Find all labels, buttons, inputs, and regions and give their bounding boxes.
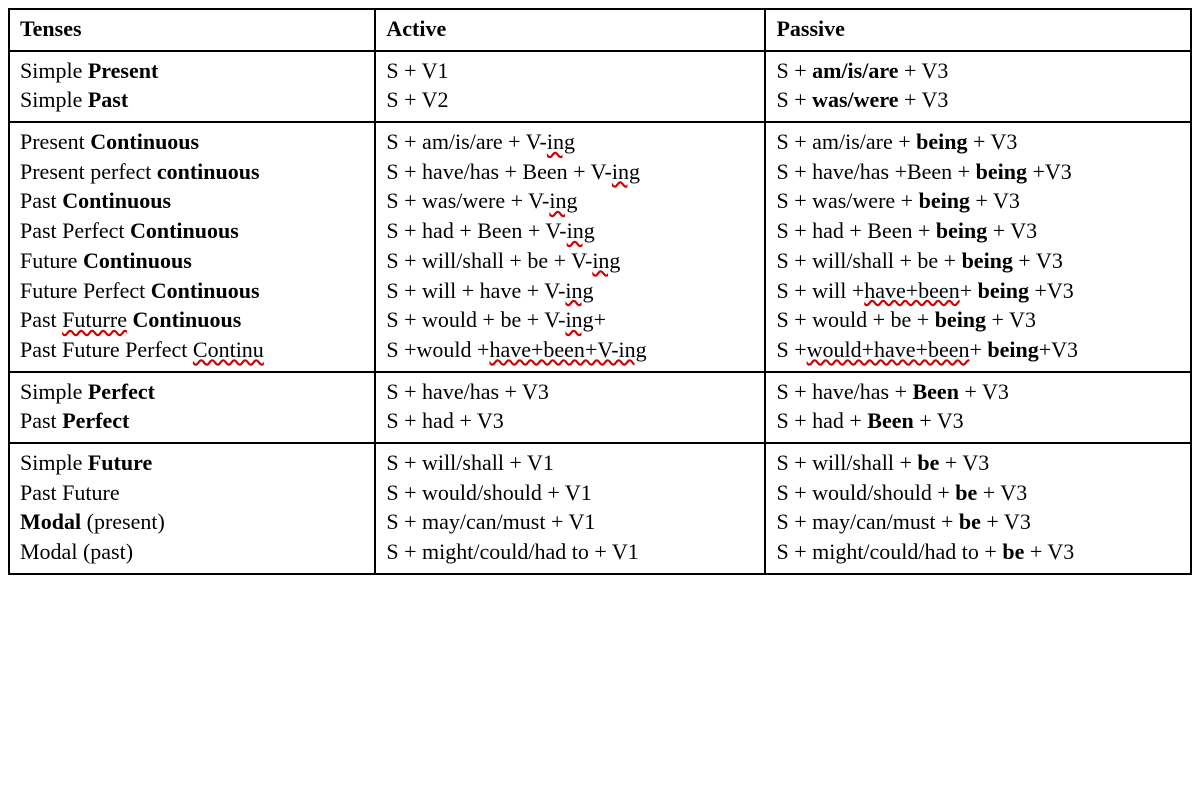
- table-row: Simple Perfect Past Perfect S + have/has…: [9, 372, 1191, 443]
- cell-passive: S + am/is/are + being + V3 S + have/has …: [765, 122, 1191, 372]
- cell-passive: S + will/shall + be + V3 S + would/shoul…: [765, 443, 1191, 574]
- cell-passive: S + have/has + Been + V3 S + had + Been …: [765, 372, 1191, 443]
- table-row: Simple Present Simple Past S + V1 S + V2…: [9, 51, 1191, 122]
- header-passive: Passive: [765, 9, 1191, 51]
- cell-tenses: Present Continuous Present perfect conti…: [9, 122, 375, 372]
- cell-active: S + will/shall + V1 S + would/should + V…: [375, 443, 765, 574]
- cell-tenses: Simple Present Simple Past: [9, 51, 375, 122]
- table-row: Simple Future Past Future Modal (present…: [9, 443, 1191, 574]
- header-active: Active: [375, 9, 765, 51]
- tenses-table: Tenses Active Passive Simple Present Sim…: [8, 8, 1192, 575]
- cell-active: S + V1 S + V2: [375, 51, 765, 122]
- cell-passive: S + am/is/are + V3 S + was/were + V3: [765, 51, 1191, 122]
- table-row: Present Continuous Present perfect conti…: [9, 122, 1191, 372]
- cell-tenses: Simple Future Past Future Modal (present…: [9, 443, 375, 574]
- cell-active: S + am/is/are + V-ing S + have/has + Bee…: [375, 122, 765, 372]
- cell-tenses: Simple Perfect Past Perfect: [9, 372, 375, 443]
- header-tenses: Tenses: [9, 9, 375, 51]
- table-header-row: Tenses Active Passive: [9, 9, 1191, 51]
- cell-active: S + have/has + V3 S + had + V3: [375, 372, 765, 443]
